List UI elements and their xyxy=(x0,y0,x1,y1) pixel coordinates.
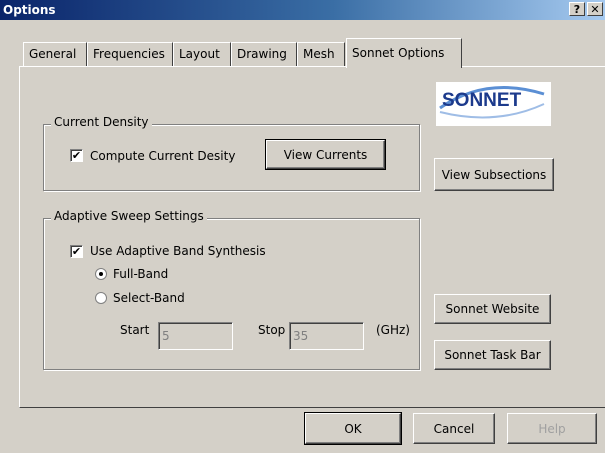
view-currents-button[interactable]: View Currents xyxy=(265,139,386,170)
unit-label: (GHz) xyxy=(376,323,410,337)
tab-sonnet-options[interactable]: Sonnet Options xyxy=(346,38,462,68)
compute-current-checkbox[interactable]: ✔ xyxy=(70,149,83,162)
compute-current-label: Compute Current Desity xyxy=(90,149,236,163)
close-icon[interactable]: ✕ xyxy=(587,2,603,16)
full-band-radio[interactable] xyxy=(95,268,107,280)
current-density-label: Current Density xyxy=(51,115,152,129)
start-label: Start xyxy=(120,323,150,337)
logo-text: SONNET xyxy=(442,90,522,111)
adaptive-band-checkbox[interactable]: ✔ xyxy=(70,245,83,258)
stop-label: Stop xyxy=(258,323,286,337)
start-input[interactable]: 5 xyxy=(158,322,233,350)
adaptive-band-label: Use Adaptive Band Synthesis xyxy=(90,244,266,258)
cancel-button[interactable]: Cancel xyxy=(413,413,495,444)
full-band-label: Full-Band xyxy=(113,267,169,281)
view-subsections-button[interactable]: View Subsections xyxy=(434,158,554,191)
adaptive-sweep-label: Adaptive Sweep Settings xyxy=(51,209,207,223)
tab-mesh[interactable]: Mesh xyxy=(297,42,345,66)
tab-frequencies[interactable]: Frequencies xyxy=(87,42,173,66)
radio-selected-dot xyxy=(99,272,103,276)
stop-input[interactable]: 35 xyxy=(289,322,364,350)
ok-button[interactable]: OK xyxy=(304,412,402,445)
title-bar: Options ? ✕ xyxy=(0,0,605,20)
select-band-radio[interactable] xyxy=(95,292,107,304)
tab-general[interactable]: General xyxy=(23,42,87,66)
window-title: Options xyxy=(3,3,56,17)
sonnet-logo: SONNET xyxy=(436,82,551,126)
select-band-label: Select-Band xyxy=(113,291,185,305)
tab-drawing[interactable]: Drawing xyxy=(231,42,297,66)
sonnet-task-bar-button[interactable]: Sonnet Task Bar xyxy=(434,340,551,370)
help-icon[interactable]: ? xyxy=(569,2,585,16)
sonnet-website-button[interactable]: Sonnet Website xyxy=(434,294,551,324)
tab-layout[interactable]: Layout xyxy=(173,42,231,66)
help-button[interactable]: Help xyxy=(507,413,597,444)
